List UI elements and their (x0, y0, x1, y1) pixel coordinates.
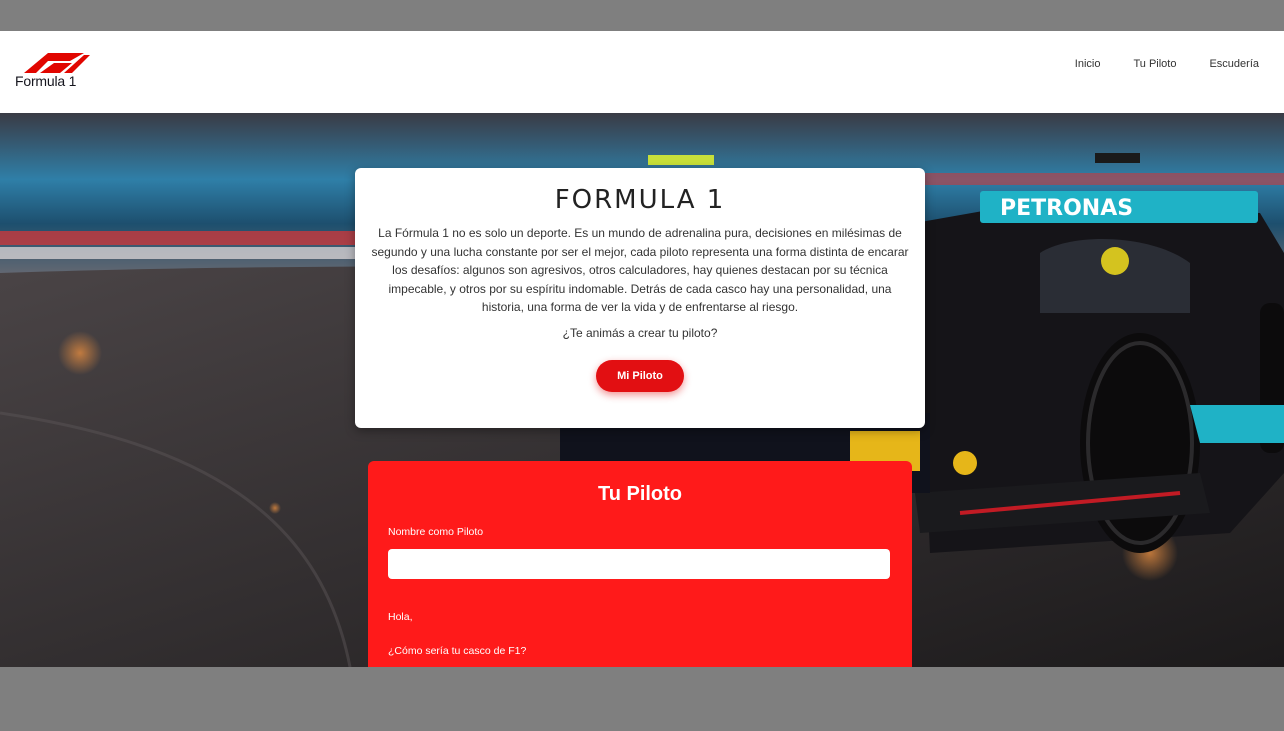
logo-text[interactable]: Formula 1 (15, 73, 76, 89)
tu-piloto-form: Tu Piloto Nombre como Piloto Hola, ¿Cómo… (368, 461, 912, 667)
intro-question: ¿Te animás a crear tu piloto? (562, 325, 718, 340)
helmet-question: ¿Cómo sería tu casco de F1? (388, 645, 527, 657)
mi-piloto-button[interactable]: Mi Piloto (596, 359, 684, 392)
nav-tu-piloto[interactable]: Tu Piloto (1133, 58, 1176, 70)
pilot-name-input[interactable] (388, 549, 890, 579)
greeting-text: Hola, (388, 611, 413, 623)
main-nav: Inicio Tu Piloto Escudería (1042, 58, 1259, 70)
intro-card: FORMULA 1 La Fórmula 1 no es solo un dep… (355, 168, 925, 428)
browser-viewport: Formula 1 Inicio Tu Piloto Escudería PET… (0, 31, 1284, 667)
site-header: Formula 1 Inicio Tu Piloto Escudería (0, 31, 1284, 113)
form-title: Tu Piloto (597, 483, 683, 505)
svg-text:PETRONAS: PETRONAS (1000, 196, 1133, 221)
page-title: FORMULA 1 (554, 185, 726, 215)
nav-inicio[interactable]: Inicio (1075, 58, 1101, 70)
nav-escuderia[interactable]: Escudería (1209, 58, 1259, 70)
intro-description: La Fórmula 1 no es solo un deporte. Es u… (371, 226, 909, 314)
name-label: Nombre como Piloto (388, 526, 484, 538)
